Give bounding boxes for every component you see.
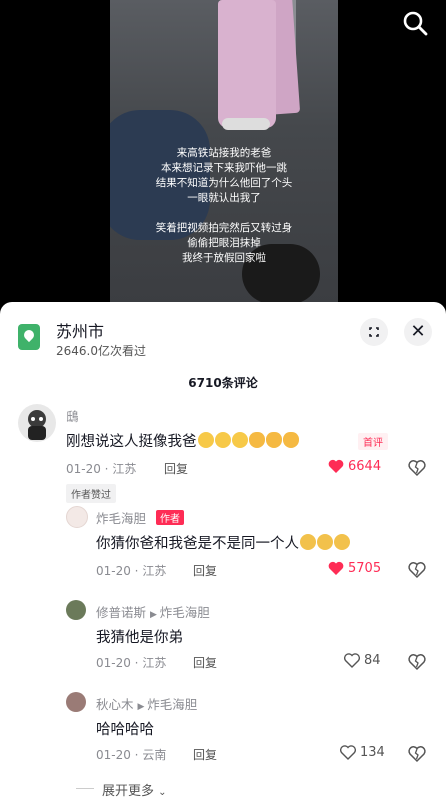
reply-to-arrow-icon: ▶ — [137, 702, 148, 712]
reply-author[interactable]: 炸毛海胆 — [96, 508, 146, 527]
expand-more-button[interactable]: 展开更多 ⌄ — [76, 780, 167, 799]
author-liked-badge: 作者赞过 — [66, 484, 116, 503]
chevron-down-icon: ⌄ — [158, 787, 167, 798]
reply-author-name[interactable]: 修普诺斯 — [96, 605, 146, 620]
reply-button[interactable]: 回复 — [164, 460, 188, 477]
caption-line: 一眼就认出我了 — [187, 192, 261, 204]
comment-meta: 01-20 · 江苏 — [66, 462, 137, 476]
video-caption: 来高铁站接我的老爸 本来想记录下来我吓他一跳 结果不知道为什么他回了个头 一眼就… — [110, 146, 338, 266]
like-button[interactable]: 6644 — [328, 459, 381, 474]
caption-line: 来高铁站接我的老爸 — [176, 147, 272, 159]
reply-author: 秋心木 ▶ 炸毛海胆 — [96, 694, 197, 713]
comment-sheet: 苏州市 2646.0亿次看过 ✕ 6710条评论 鴟 刚想说这人挺像我爸 首评 … — [0, 302, 446, 800]
comment-text-content: 刚想说这人挺像我爸 — [66, 434, 197, 450]
like-button[interactable]: 134 — [340, 745, 385, 760]
laughing-emoji-icon — [214, 432, 231, 448]
video-figure — [218, 0, 276, 128]
caption-line: 笑着把视频拍完然后又转过身 — [155, 222, 293, 234]
like-button[interactable]: 5705 — [328, 561, 381, 576]
comment-text: 刚想说这人挺像我爸 — [66, 430, 299, 451]
location-views: 2646.0亿次看过 — [56, 344, 146, 358]
like-count: 134 — [360, 745, 385, 760]
like-count: 84 — [364, 653, 381, 668]
avatar[interactable] — [66, 692, 86, 712]
avatar[interactable] — [18, 404, 56, 442]
reply-to-arrow-icon: ▶ — [150, 610, 160, 620]
reply-to-name[interactable]: 炸毛海胆 — [147, 697, 197, 712]
reply-meta: 01-20 · 江苏 — [96, 564, 167, 578]
reply-author: 修普诺斯 ▶ 炸毛海胆 — [96, 602, 210, 621]
avatar-image — [28, 410, 46, 440]
author-tag: 作者 — [156, 510, 184, 525]
caption-line: 我终于放假回家啦 — [182, 252, 266, 264]
like-button[interactable]: 84 — [344, 653, 381, 668]
reply-text-content: 你猜你爸和我爸是不是同一个人 — [96, 536, 299, 552]
reply-text: 哈哈哈哈 — [96, 722, 154, 738]
comment-author[interactable]: 鴟 — [66, 406, 79, 425]
reply-to-name[interactable]: 炸毛海胆 — [160, 605, 210, 620]
video-player[interactable]: 来高铁站接我的老爸 本来想记录下来我吓他一跳 结果不知道为什么他回了个头 一眼就… — [0, 0, 446, 320]
reply-button[interactable]: 回复 — [193, 654, 217, 671]
laughing-emoji-icon — [231, 432, 248, 448]
heart-icon — [328, 459, 344, 473]
location-title[interactable]: 苏州市 — [56, 318, 104, 342]
caption-line: 偷偷把眼泪抹掉 — [187, 237, 261, 249]
avatar[interactable] — [66, 600, 86, 620]
caption-line — [110, 206, 338, 221]
dislike-icon[interactable] — [408, 653, 426, 671]
ok-hand-emoji-icon — [282, 432, 299, 448]
dislike-icon[interactable] — [408, 561, 426, 579]
dislike-icon[interactable] — [408, 745, 426, 763]
laughing-emoji-icon — [197, 432, 214, 448]
ok-hand-emoji-icon — [265, 432, 282, 448]
comments-count: 6710条评论 — [188, 376, 258, 390]
like-count: 6644 — [348, 459, 382, 474]
first-comment-badge: 首评 — [358, 433, 388, 450]
reply-author-name[interactable]: 秋心木 — [96, 697, 134, 712]
heart-icon — [344, 653, 360, 668]
expand-more-label: 展开更多 — [102, 784, 155, 799]
video-figure-shoe — [222, 118, 270, 130]
caption-line: 结果不知道为什么他回了个头 — [155, 177, 293, 189]
heart-icon — [340, 745, 356, 760]
reply-text: 我猜他是你弟 — [96, 630, 183, 646]
dislike-icon[interactable] — [408, 459, 426, 477]
like-count: 5705 — [348, 561, 382, 576]
avatar[interactable] — [66, 506, 88, 528]
shy-emoji-icon — [300, 534, 316, 550]
reply-button[interactable]: 回复 — [193, 562, 217, 579]
shy-emoji-icon — [317, 534, 333, 550]
reply-button[interactable]: 回复 — [193, 746, 217, 763]
caption-line: 本来想记录下来我吓他一跳 — [161, 162, 287, 174]
search-icon[interactable] — [402, 10, 428, 36]
reply-meta: 01-20 · 云南 — [96, 748, 167, 762]
location-pin-icon — [18, 324, 40, 350]
ok-hand-emoji-icon — [248, 432, 265, 448]
close-icon[interactable]: ✕ — [404, 318, 432, 346]
share-icon[interactable] — [360, 318, 388, 346]
heart-icon — [328, 561, 344, 575]
video-frame: 来高铁站接我的老爸 本来想记录下来我吓他一跳 结果不知道为什么他回了个头 一眼就… — [110, 0, 338, 320]
reply-meta: 01-20 · 江苏 — [96, 656, 167, 670]
reply-text: 你猜你爸和我爸是不是同一个人 — [96, 532, 350, 553]
shy-emoji-icon — [334, 534, 350, 550]
